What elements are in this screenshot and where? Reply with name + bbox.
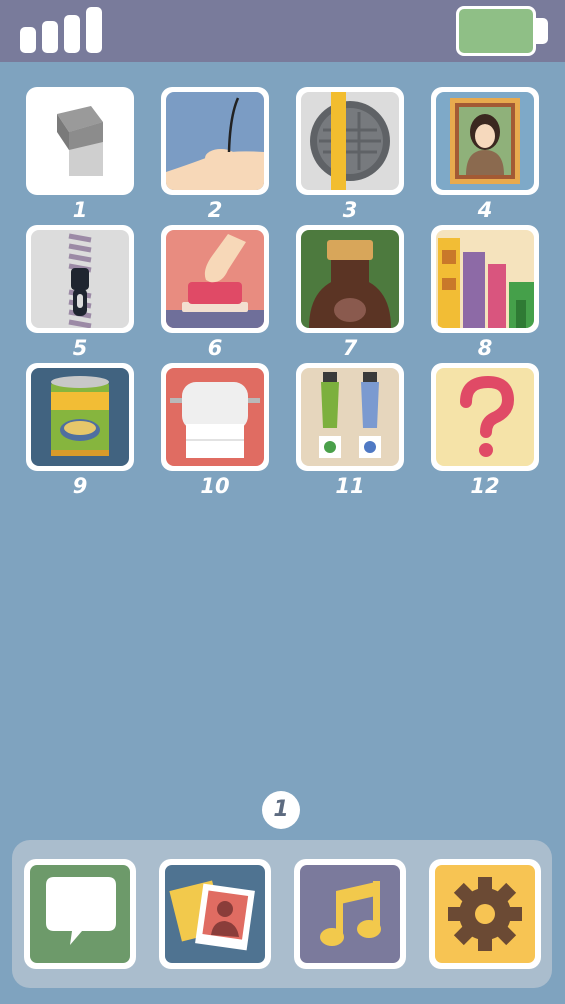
level-4-tile[interactable]: [431, 87, 539, 195]
photos-icon: [165, 865, 265, 963]
level-3-tile[interactable]: [296, 87, 404, 195]
level-6-tile[interactable]: [161, 225, 269, 333]
level-8-tile[interactable]: [431, 225, 539, 333]
zipper-icon: [31, 230, 129, 328]
speech-bubble-icon: [30, 865, 130, 963]
messages-button[interactable]: [24, 859, 136, 969]
hair-strand-icon: [166, 92, 264, 190]
status-bar: [0, 0, 565, 62]
level-number: 6: [207, 336, 223, 360]
battery-tip: [536, 18, 548, 44]
dock: [12, 840, 552, 988]
battery-icon: [456, 6, 536, 56]
photos-button[interactable]: [159, 859, 271, 969]
books-icon: [436, 230, 534, 328]
level-number: 5: [72, 336, 88, 360]
soup-can-icon: [31, 368, 129, 466]
settings-button[interactable]: [429, 859, 541, 969]
level-number: 10: [200, 474, 230, 498]
paint-tubes-icon: [301, 368, 399, 466]
bottle-cork-icon: [301, 230, 399, 328]
level-11-tile[interactable]: [296, 363, 404, 471]
music-button[interactable]: [294, 859, 406, 969]
gear-icon: [435, 865, 535, 963]
level-12-tile[interactable]: [431, 363, 539, 471]
level-number: 12: [470, 474, 500, 498]
level-number: 1: [72, 198, 88, 222]
level-10-tile[interactable]: [161, 363, 269, 471]
level-number: 2: [207, 198, 223, 222]
portrait-painting-icon: [436, 92, 534, 190]
level-7-tile[interactable]: [296, 225, 404, 333]
level-number: 9: [72, 474, 88, 498]
manhole-cover-icon: [301, 92, 399, 190]
light-switch-icon: [31, 92, 129, 190]
level-2-tile[interactable]: [161, 87, 269, 195]
level-number: 8: [477, 336, 493, 360]
music-note-icon: [300, 865, 400, 963]
question-mark-icon: [436, 368, 534, 466]
toilet-paper-icon: [166, 368, 264, 466]
level-number: 7: [342, 336, 358, 360]
level-number: 11: [335, 474, 365, 498]
level-1-tile[interactable]: [26, 87, 134, 195]
level-5-tile[interactable]: [26, 225, 134, 333]
level-9-tile[interactable]: [26, 363, 134, 471]
red-button-icon: [166, 230, 264, 328]
level-number: 3: [342, 198, 358, 222]
level-number: 4: [477, 198, 493, 222]
page-indicator: 1: [262, 791, 300, 829]
